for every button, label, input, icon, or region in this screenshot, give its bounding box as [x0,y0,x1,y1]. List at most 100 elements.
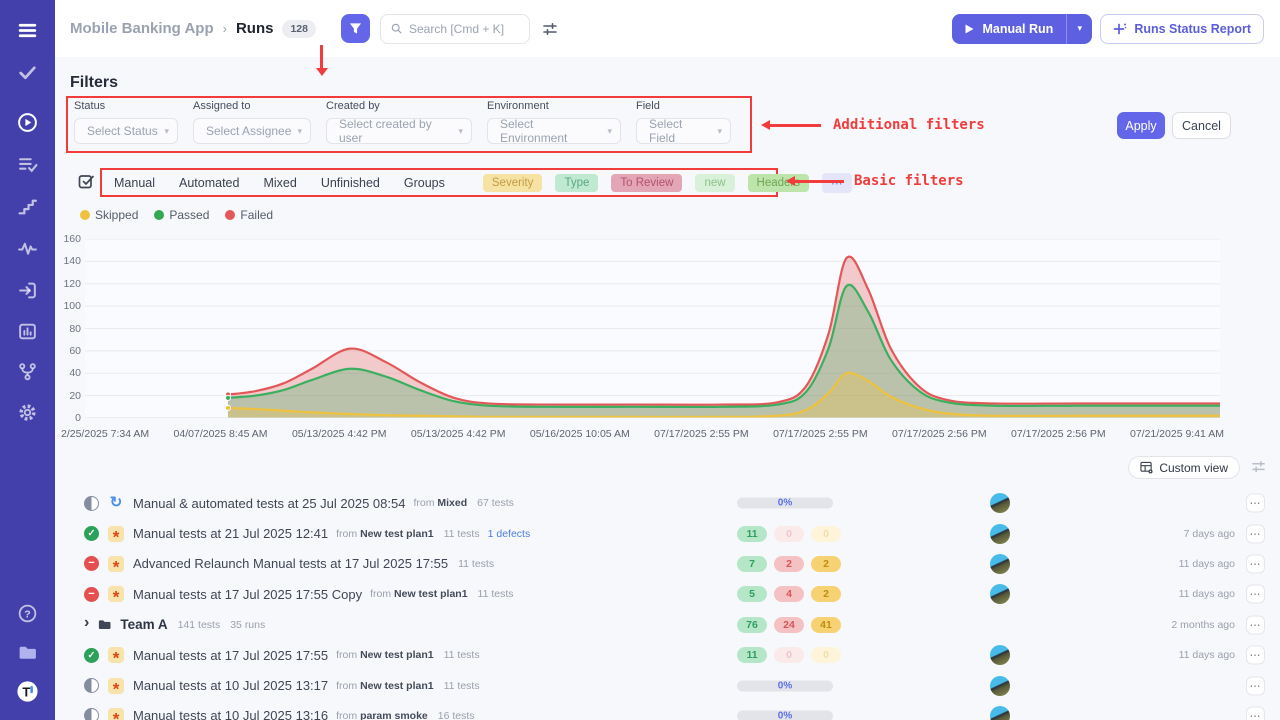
run-title[interactable]: Manual tests at 17 Jul 2025 17:55 [133,648,328,663]
basic-filter-tag[interactable]: Type [555,174,598,192]
sidebar-item-steps[interactable] [16,195,39,218]
group-expand-icon[interactable]: › [84,614,89,632]
funnel-icon [349,22,362,35]
basic-filter-link[interactable]: Groups [404,176,445,190]
search-input[interactable] [409,22,519,36]
manual-run-dropdown[interactable]: ▾ [1066,14,1092,44]
projects-folder-icon[interactable] [16,641,39,664]
search-settings-icon[interactable] [542,21,558,37]
app-logo[interactable]: T [16,680,39,703]
run-type-icon [108,586,124,602]
filter-field-select[interactable]: Select Environment▾ [487,118,621,144]
legend-item[interactable]: Failed [225,208,273,222]
run-type-icon [108,678,124,694]
passed-badge: 11 [737,526,767,542]
x-tick-label: 07/17/2025 2:56 PM [892,428,987,440]
row-menu-button[interactable]: ⋯ [1246,585,1265,604]
runs-list: › Manual & automated tests at 25 Jul 202… [55,488,1280,720]
sidebar-item-test-plans[interactable] [16,153,39,176]
search-box[interactable] [380,14,530,44]
filter-toggle-button[interactable] [341,14,370,43]
run-row[interactable]: › Manual & automated tests at 25 Jul 202… [55,488,1280,518]
run-title[interactable]: Manual tests at 21 Jul 2025 12:41 [133,526,328,541]
run-title[interactable]: Advanced Relaunch Manual tests at 17 Jul… [133,556,448,571]
run-status-icon [84,556,99,571]
row-menu-button[interactable]: ⋯ [1246,494,1265,513]
avatar [990,524,1010,544]
run-row[interactable]: › Manual tests at 21 Jul 2025 12:41 from… [55,518,1280,548]
filter-field-label: Environment [487,100,621,112]
y-tick-label: 80 [55,323,81,335]
run-status-icon [84,587,99,602]
breadcrumb-project[interactable]: Mobile Banking App [70,20,214,37]
run-from: from New test plan1 [336,528,433,540]
annotation-arrow-down [320,45,323,68]
basic-filter-links: Manual Automated Mixed Unfinished Groups [114,176,469,190]
filter-field-select[interactable]: Select Field▾ [636,118,731,144]
y-tick-label: 20 [55,390,81,402]
select-runs-icon[interactable] [77,172,95,195]
row-menu-button[interactable]: ⋯ [1246,524,1265,543]
sidebar-item-branches[interactable] [16,360,39,383]
basic-filter-tag[interactable]: Severity [483,174,543,192]
run-title[interactable]: Team A [120,617,167,632]
basic-filter-tag[interactable]: To Review [611,174,682,192]
sidebar-item-reports[interactable] [16,320,39,343]
run-row[interactable]: › Manual tests at 17 Jul 2025 17:55 Copy… [55,579,1280,609]
sidebar-item-analytics[interactable] [16,237,39,260]
filter-field-select[interactable]: Select created by user▾ [326,118,472,144]
basic-filter-link[interactable]: Mixed [263,176,296,190]
legend-item[interactable]: Skipped [80,208,138,222]
sidebar-item-runs[interactable] [16,111,39,134]
app-window: ? T Mobile Banking App › Runs 128 [0,0,1280,720]
run-progress-bar: 0% [737,710,833,720]
basic-filter-link[interactable]: Unfinished [321,176,380,190]
run-timestamp: 2 months ago [1171,619,1235,631]
filter-field-select[interactable]: Select Assignee▾ [193,118,311,144]
legend-item[interactable]: Passed [154,208,209,222]
manual-run-button[interactable]: Manual Run ▾ [952,14,1092,44]
sidebar-item-import-icon[interactable] [16,279,39,302]
filter-field-select[interactable]: Select Status▾ [74,118,178,144]
y-tick-label: 100 [55,300,81,312]
breadcrumb-page: Runs [236,20,274,37]
run-title[interactable]: Manual & automated tests at 25 Jul 2025 … [133,496,405,511]
row-menu-button[interactable]: ⋯ [1246,646,1265,665]
row-menu-button[interactable]: ⋯ [1246,706,1265,720]
run-title[interactable]: Manual tests at 10 Jul 2025 13:17 [133,678,328,693]
basic-filter-link[interactable]: Manual [114,176,155,190]
filter-fields: StatusSelect Status▾Assigned toSelect As… [74,100,731,144]
run-row[interactable]: › Manual tests at 17 Jul 2025 17:55 from… [55,640,1280,670]
list-settings-icon[interactable] [1251,459,1266,474]
run-title[interactable]: Manual tests at 10 Jul 2025 13:16 [133,708,328,720]
manual-run-main[interactable]: Manual Run [952,14,1066,44]
run-runs-count: 35 runs [230,619,265,631]
failed-badge: 24 [774,617,804,633]
sidebar-item-tests[interactable] [16,61,39,84]
run-title[interactable]: Manual tests at 17 Jul 2025 17:55 Copy [133,587,362,602]
help-icon[interactable]: ? [16,602,39,625]
row-menu-button[interactable]: ⋯ [1246,554,1265,573]
runs-count-badge: 128 [282,20,316,38]
run-row[interactable]: › Manual tests at 10 Jul 2025 13:17 from… [55,670,1280,700]
row-menu-button[interactable]: ⋯ [1246,615,1265,634]
apply-button[interactable]: Apply [1117,112,1165,139]
run-status-icon [84,708,99,720]
basic-filter-link[interactable]: Automated [179,176,239,190]
run-result-badges: 11 0 0 [737,526,841,542]
custom-view-button[interactable]: Custom view [1128,456,1240,479]
menu-icon[interactable] [16,19,39,42]
run-defects-link[interactable]: 1 defects [488,528,531,540]
cancel-button[interactable]: Cancel [1172,112,1231,139]
run-row[interactable]: › Team A from 141 tests 35 runs 76 24 41… [55,610,1280,640]
run-row[interactable]: › Manual tests at 10 Jul 2025 13:16 from… [55,701,1280,720]
runs-status-report-button[interactable]: Runs Status Report [1100,14,1264,44]
row-menu-button[interactable]: ⋯ [1246,676,1265,695]
run-tests-count: 16 tests [438,710,475,720]
sidebar-item-settings[interactable] [16,401,39,424]
run-type-icon [108,708,124,720]
run-row[interactable]: › Advanced Relaunch Manual tests at 17 J… [55,549,1280,579]
custom-view-label: Custom view [1159,461,1228,475]
basic-filter-tag[interactable]: new [695,174,734,192]
run-progress-bar: 0% [737,680,833,691]
